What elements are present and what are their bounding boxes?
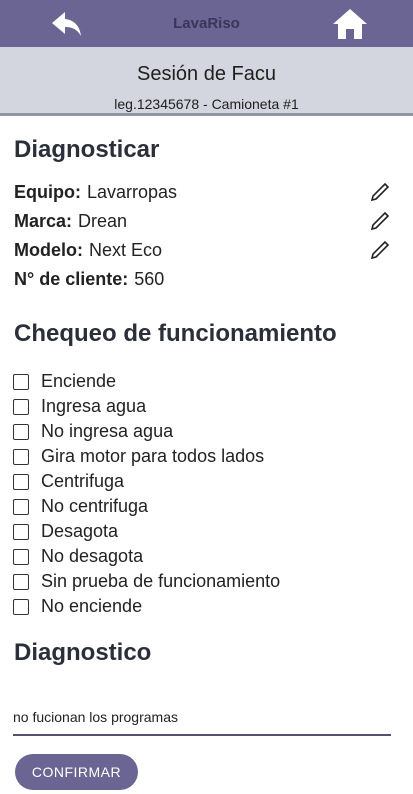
- home-icon[interactable]: [332, 7, 368, 40]
- edit-marca-pencil-icon[interactable]: [370, 211, 390, 231]
- session-header: Sesión de Facu leg.12345678 - Camioneta …: [0, 47, 413, 116]
- check-label: No centrifuga: [41, 496, 149, 516]
- check-label: No enciende: [41, 596, 143, 616]
- field-label: Modelo:: [14, 240, 83, 260]
- checkbox[interactable]: [13, 399, 29, 415]
- field-label: Marca:: [14, 211, 73, 231]
- check-label: Sin prueba de funcionamiento: [41, 571, 281, 591]
- session-title: Sesión de Facu: [137, 63, 276, 85]
- checks-heading: Chequeo de funcionamiento: [14, 320, 337, 347]
- check-label: Centrifuga: [41, 471, 125, 491]
- edit-equipo-pencil-icon[interactable]: [370, 182, 390, 202]
- check-label: Enciende: [41, 371, 117, 391]
- confirm-button[interactable]: CONFIRMAR: [15, 754, 138, 790]
- field-label: Equipo:: [14, 182, 81, 202]
- check-label: Desagota: [41, 521, 119, 541]
- field-value: Drean: [78, 211, 128, 231]
- check-label: No desagota: [41, 546, 144, 566]
- checkbox[interactable]: [13, 549, 29, 565]
- field-value: Lavarropas: [86, 182, 178, 202]
- checkbox[interactable]: [13, 449, 29, 465]
- checkbox[interactable]: [13, 499, 29, 515]
- checkbox[interactable]: [13, 474, 29, 490]
- field-equipo: Equipo: Lavarropas: [14, 182, 177, 203]
- top-app-bar: LavaRiso: [0, 0, 413, 47]
- checkbox[interactable]: [13, 574, 29, 590]
- check-label: Gira motor para todos lados: [41, 446, 265, 466]
- field-marca: Marca: Drean: [14, 211, 127, 232]
- check-label: Ingresa agua: [41, 396, 147, 416]
- field-modelo: Modelo: Next Eco: [14, 240, 162, 261]
- field-cliente: N° de cliente: 560: [14, 269, 164, 290]
- checkbox[interactable]: [13, 424, 29, 440]
- field-value: Next Eco: [89, 240, 163, 260]
- check-label: No ingresa agua: [41, 421, 174, 441]
- edit-modelo-pencil-icon[interactable]: [370, 240, 390, 260]
- field-value: 560: [134, 269, 165, 289]
- checkbox[interactable]: [13, 599, 29, 615]
- checkbox[interactable]: [13, 374, 29, 390]
- session-subtitle: leg.12345678 - Camioneta #1: [114, 96, 299, 112]
- checkbox[interactable]: [13, 524, 29, 540]
- diagnose-heading: Diagnosticar: [14, 136, 160, 163]
- diagnosis-heading: Diagnostico: [14, 639, 152, 666]
- field-label: N° de cliente:: [14, 269, 129, 289]
- diagnosis-input[interactable]: [13, 700, 391, 736]
